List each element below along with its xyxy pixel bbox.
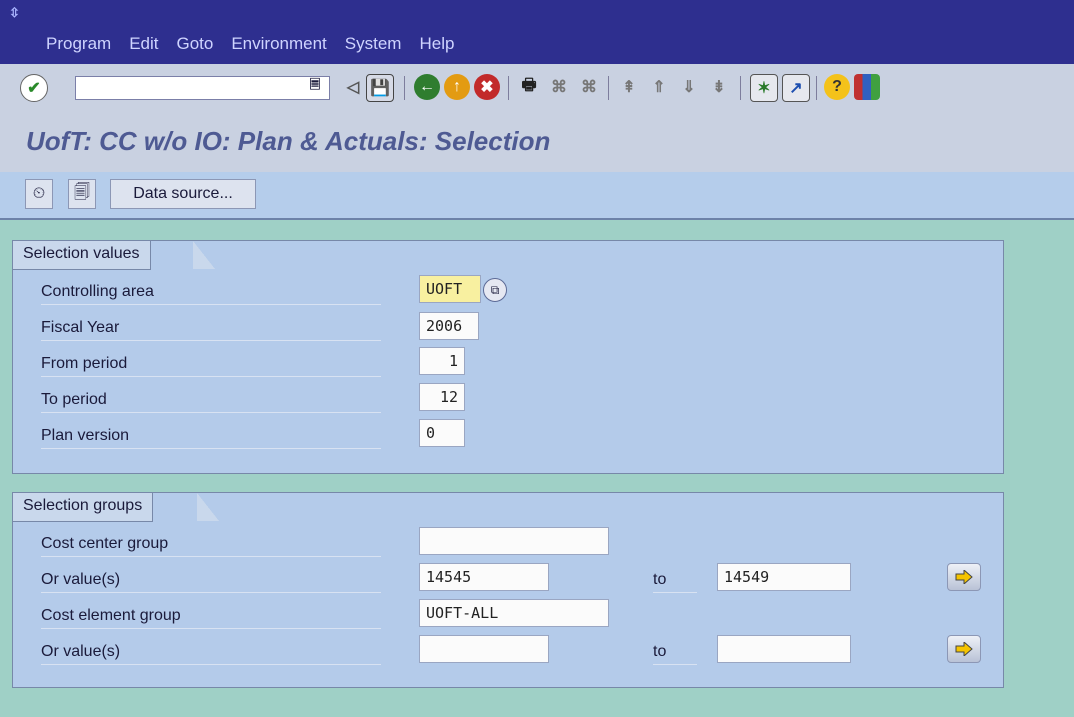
from-period-label: From period xyxy=(41,355,381,377)
cost-element-from-field[interactable] xyxy=(419,635,549,663)
cost-center-from-field[interactable]: 14545 xyxy=(419,563,549,591)
fiscal-year-field[interactable]: 2006 xyxy=(419,312,479,340)
tab-slope xyxy=(193,241,215,269)
cc-or-values-label: Or value(s) xyxy=(41,571,381,593)
enter-check-icon[interactable]: ✔ xyxy=(20,74,48,102)
selection-groups-title: Selection groups xyxy=(13,493,154,522)
separator xyxy=(404,76,405,100)
menu-bar: ⇳ Program Edit Goto Environment System H… xyxy=(0,0,1074,64)
cost-center-group-label: Cost center group xyxy=(41,535,381,557)
page-title: UofT: CC w/o IO: Plan & Actuals: Selecti… xyxy=(26,126,551,156)
menu-goto[interactable]: Goto xyxy=(176,34,213,54)
layout-menu-icon[interactable] xyxy=(854,74,880,100)
menu-edit[interactable]: Edit xyxy=(129,34,158,54)
separator xyxy=(816,76,817,100)
cost-center-to-field[interactable]: 14549 xyxy=(717,563,851,591)
help-icon[interactable]: ? xyxy=(824,74,850,100)
cost-element-to-field[interactable] xyxy=(717,635,851,663)
exit-icon[interactable]: ↑ xyxy=(444,74,470,100)
from-period-field[interactable]: 1 xyxy=(419,347,465,375)
print-icon[interactable]: 🖶 xyxy=(516,74,542,100)
menu-items: Program Edit Goto Environment System Hel… xyxy=(46,34,454,54)
create-shortcut-icon[interactable]: ↗ xyxy=(782,74,810,102)
menu-program[interactable]: Program xyxy=(46,34,111,54)
selection-values-title: Selection values xyxy=(13,241,151,270)
ce-to-label: to xyxy=(653,643,697,665)
to-period-field[interactable]: 12 xyxy=(419,383,465,411)
variant-icon[interactable]: 🗐 xyxy=(68,179,96,209)
standard-toolbar: ✔ 🗏 ◁ 💾 ← ↑ ✖ 🖶 ⌘ ⌘ ⇞ ⇑ ⇓ ⇟ ✶ ↗ ? xyxy=(0,64,1074,113)
menu-system[interactable]: System xyxy=(345,34,402,54)
tab-slope xyxy=(197,493,219,521)
next-page-icon[interactable]: ⇓ xyxy=(676,74,702,100)
multiple-selection-arrow-icon[interactable] xyxy=(947,635,981,663)
cost-element-group-label: Cost element group xyxy=(41,607,381,629)
title-bar: UofT: CC w/o IO: Plan & Actuals: Selecti… xyxy=(0,112,1074,172)
find-next-icon[interactable]: ⌘ xyxy=(576,74,602,100)
separator xyxy=(608,76,609,100)
selection-groups-group: Selection groups Cost center group Or va… xyxy=(12,492,1004,688)
save-icon[interactable]: 💾 xyxy=(366,74,394,102)
execute-clock-icon[interactable]: ⏲ xyxy=(25,179,53,209)
plan-version-field[interactable]: 0 xyxy=(419,419,465,447)
application-toolbar: ⏲ 🗐 Data source... xyxy=(0,172,1074,220)
separator xyxy=(740,76,741,100)
plan-version-label: Plan version xyxy=(41,427,381,449)
sap-menu-icon[interactable]: ⇳ xyxy=(9,5,20,21)
history-dropdown-icon[interactable]: 🗏 xyxy=(302,74,328,100)
cost-center-group-field[interactable] xyxy=(419,527,609,555)
fiscal-year-label: Fiscal Year xyxy=(41,319,381,341)
cost-element-group-field[interactable]: UOFT-ALL xyxy=(419,599,609,627)
command-field[interactable] xyxy=(75,76,330,100)
ce-or-values-label: Or value(s) xyxy=(41,643,381,665)
last-page-icon[interactable]: ⇟ xyxy=(706,74,732,100)
collapse-arrow-icon[interactable]: ◁ xyxy=(340,74,366,100)
new-session-icon[interactable]: ✶ xyxy=(750,74,778,102)
back-icon[interactable]: ← xyxy=(414,74,440,100)
multiple-selection-arrow-icon[interactable] xyxy=(947,563,981,591)
separator xyxy=(508,76,509,100)
first-page-icon[interactable]: ⇞ xyxy=(616,74,642,100)
data-source-button[interactable]: Data source... xyxy=(110,179,256,209)
previous-page-icon[interactable]: ⇑ xyxy=(646,74,672,100)
find-icon[interactable]: ⌘ xyxy=(546,74,572,100)
selection-values-group: Selection values Controlling area UOFT ⧉… xyxy=(12,240,1004,474)
controlling-area-label: Controlling area xyxy=(41,283,381,305)
menu-environment[interactable]: Environment xyxy=(231,34,326,54)
cancel-icon[interactable]: ✖ xyxy=(474,74,500,100)
possible-entries-icon[interactable]: ⧉ xyxy=(483,278,507,302)
controlling-area-field[interactable]: UOFT xyxy=(419,275,481,303)
menu-help[interactable]: Help xyxy=(419,34,454,54)
cc-to-label: to xyxy=(653,571,697,593)
to-period-label: To period xyxy=(41,391,381,413)
